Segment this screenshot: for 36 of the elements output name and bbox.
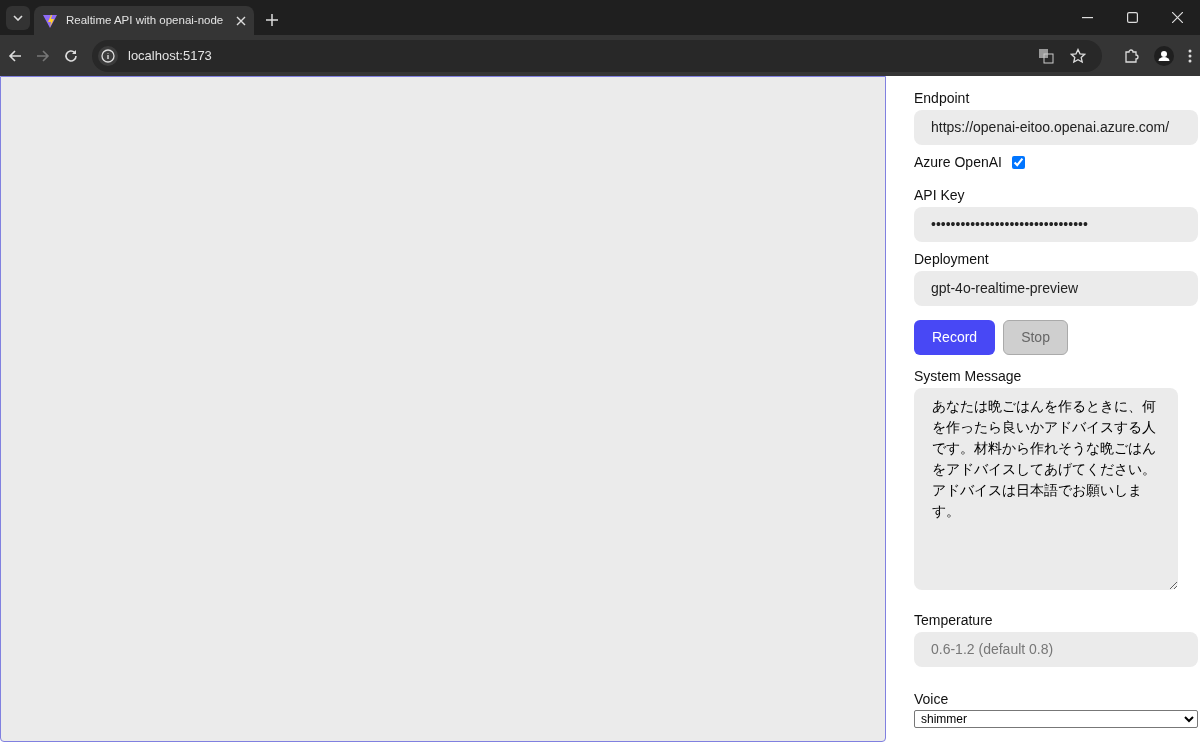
checkbox[interactable] <box>1011 156 1025 169</box>
field-label: Temperature <box>914 611 994 630</box>
field-label: API Key <box>914 186 966 205</box>
field-label: Voice <box>914 690 950 709</box>
tab-title: Realtime API with openai-node <box>66 12 225 28</box>
input-field[interactable]: 0.6-1.2 (default 0.8) <box>914 632 1198 667</box>
input-field[interactable]: gpt-4o-realtime-preview <box>914 271 1198 306</box>
minimize-icon[interactable] <box>1082 16 1093 19</box>
voice-select[interactable]: shimmer <box>914 710 1198 728</box>
input-field[interactable]: https://openai-eitoo.openai.azure.com/ <box>914 110 1198 145</box>
url-text: localhost:5173 <box>128 46 212 65</box>
browser-tab[interactable]: Realtime API with openai-node <box>34 6 254 35</box>
maximize-icon[interactable] <box>1127 12 1138 23</box>
field-label: Endpoint <box>914 89 971 108</box>
message-textarea[interactable]: あなたは晩ごはんを作るときに、何を作ったら良いかアドバイスする人です。材料から作れそうな晩ごはんをアドバイスしてあげてください。アドバイスは日本語でお願いします。 <box>914 388 1178 590</box>
profile-icon[interactable] <box>1154 45 1174 66</box>
field-label: System Message <box>914 367 1023 386</box>
input-field[interactable]: •••••••••••••••••••••••••••••••• <box>914 207 1198 242</box>
menu-icon[interactable] <box>1188 48 1192 63</box>
field-label: Deployment <box>914 250 990 269</box>
action-button[interactable]: Record <box>914 320 996 355</box>
checkbox-label: Azure OpenAI <box>914 153 1002 172</box>
forward-arrow-icon[interactable] <box>36 48 50 63</box>
reload-icon[interactable] <box>64 48 78 63</box>
translate-icon[interactable] <box>1038 47 1054 64</box>
close-icon[interactable] <box>1172 12 1183 23</box>
back-arrow-icon[interactable] <box>8 48 22 63</box>
star-icon[interactable] <box>1070 47 1086 64</box>
info-icon[interactable] <box>98 45 118 66</box>
chevron-down-icon <box>13 15 23 21</box>
new-tab-icon[interactable] <box>266 14 278 26</box>
address-bar[interactable]: localhost:5173 <box>92 39 1102 72</box>
triangle-logo-icon <box>42 12 58 29</box>
tab-list-button[interactable] <box>6 6 30 30</box>
close-icon[interactable] <box>236 15 246 26</box>
puzzle-piece-icon[interactable] <box>1124 47 1140 64</box>
